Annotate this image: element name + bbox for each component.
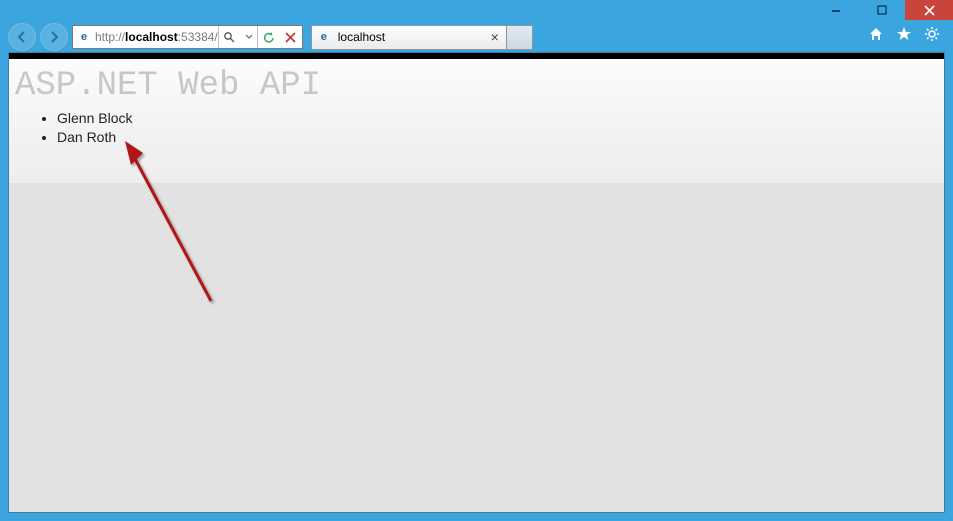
toolbar: e http://localhost:53384/ e loc xyxy=(8,22,945,52)
tab-title: localhost xyxy=(338,30,488,44)
page-body: ASP.NET Web API Glenn Block Dan Roth xyxy=(9,59,944,183)
page-title: ASP.NET Web API xyxy=(9,59,944,109)
tab-bar: e localhost × xyxy=(311,25,945,50)
viewport: ASP.NET Web API Glenn Block Dan Roth xyxy=(8,52,945,513)
search-button[interactable] xyxy=(219,26,241,48)
new-tab-button[interactable] xyxy=(507,25,533,50)
site-icon: e xyxy=(75,28,93,46)
stop-button[interactable] xyxy=(280,26,302,48)
list-item: Glenn Block xyxy=(57,109,944,128)
browser-window: e http://localhost:53384/ e loc xyxy=(0,0,953,521)
maximize-button[interactable] xyxy=(859,0,905,20)
command-bar xyxy=(867,25,941,50)
tab-favicon: e xyxy=(316,29,332,45)
tab-localhost[interactable]: e localhost × xyxy=(311,25,507,50)
close-button[interactable] xyxy=(905,0,953,20)
address-bar[interactable]: e http://localhost:53384/ xyxy=(72,25,303,49)
list-item: Dan Roth xyxy=(57,128,944,147)
window-buttons xyxy=(813,0,953,20)
tab-close-button[interactable]: × xyxy=(488,29,502,45)
favorites-icon[interactable] xyxy=(895,25,913,43)
titlebar xyxy=(0,0,953,22)
tools-icon[interactable] xyxy=(923,25,941,43)
back-button[interactable] xyxy=(8,23,36,51)
refresh-button[interactable] xyxy=(258,26,280,48)
url-text: http://localhost:53384/ xyxy=(95,30,218,44)
forward-button[interactable] xyxy=(40,23,68,51)
contacts-list: Glenn Block Dan Roth xyxy=(9,109,944,147)
home-icon[interactable] xyxy=(867,25,885,43)
search-dropdown[interactable] xyxy=(241,26,257,48)
minimize-button[interactable] xyxy=(813,0,859,20)
